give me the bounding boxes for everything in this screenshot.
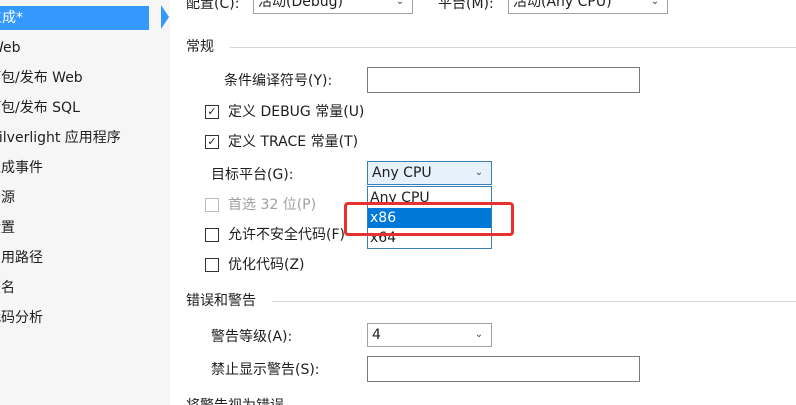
chevron-down-icon: ⌄ [395,0,405,7]
annotation-highlight-box [344,202,514,236]
sidebar-item-settings[interactable]: 设置 [0,216,15,240]
sidebar-item-signing[interactable]: 签名 [0,276,15,300]
debug-constant-label: 定义 DEBUG 常量(U) [228,104,365,120]
errors-section-title: 错误和警告 [186,293,256,309]
chevron-down-icon: ⌄ [474,167,484,178]
warning-level-value: 4 [372,327,381,343]
sidebar-item-publish-sql[interactable]: 打包/发布 SQL [0,96,80,120]
errors-section-divider [272,301,796,302]
configuration-value: 活动(Debug) [258,0,343,10]
chevron-down-icon: ⌄ [650,0,660,7]
sidebar-item-build[interactable]: 生成* [0,6,149,30]
check-icon: ✓ [207,135,217,148]
configuration-combo[interactable]: 活动(Debug) ⌄ [253,0,413,14]
debug-constant-checkbox[interactable]: ✓ [205,105,219,119]
treat-warnings-section-title: 将警告视为错误 [186,396,284,405]
allow-unsafe-label: 允许不安全代码(F) [228,227,345,243]
chevron-down-icon: ⌄ [474,329,484,340]
allow-unsafe-checkbox[interactable] [205,228,219,242]
sidebar-item-build-events[interactable]: 生成事件 [0,156,43,180]
check-icon: ✓ [207,105,217,118]
platform-value: 活动(Any CPU) [513,0,612,10]
sidebar-item-silverlight[interactable]: Silverlight 应用程序 [0,126,121,150]
optimize-code-checkbox[interactable] [205,258,219,272]
suppress-warnings-input[interactable] [367,356,640,382]
general-section-title: 常规 [186,39,214,55]
general-section-divider [230,47,796,48]
prefer-32bit-checkbox[interactable] [205,198,219,212]
trace-constant-label: 定义 TRACE 常量(T) [228,134,359,150]
platform-label: 平台(M): [438,0,494,12]
target-platform-label: 目标平台(G): [211,167,294,183]
sidebar-item-web[interactable]: Web [0,36,21,60]
trace-constant-checkbox[interactable]: ✓ [205,135,219,149]
warning-level-label: 警告等级(A): [211,329,293,345]
sidebar-item-publish-web[interactable]: 打包/发布 Web [0,66,83,90]
conditional-symbols-input[interactable] [367,67,640,93]
suppress-warnings-label: 禁止显示警告(S): [211,362,320,378]
sidebar-item-reference-paths[interactable]: 引用路径 [0,246,43,270]
sidebar-item-code-analysis[interactable]: 代码分析 [0,306,43,330]
conditional-symbols-label: 条件编译符号(Y): [224,73,333,89]
selected-arrow-icon [161,5,169,29]
sidebar-item-resources[interactable]: 资源 [0,186,15,210]
warning-level-combo[interactable]: 4 ⌄ [367,323,492,347]
property-pages-sidebar: 生成* Web 打包/发布 Web 打包/发布 SQL Silverlight … [0,0,170,405]
prefer-32bit-label: 首选 32 位(P) [228,197,317,213]
target-platform-combo[interactable]: Any CPU ⌄ [367,161,492,185]
target-platform-value: Any CPU [372,165,432,181]
platform-combo[interactable]: 活动(Any CPU) ⌄ [508,0,668,14]
optimize-code-label: 优化代码(Z) [228,257,305,273]
configuration-label: 配置(C): [186,0,240,12]
